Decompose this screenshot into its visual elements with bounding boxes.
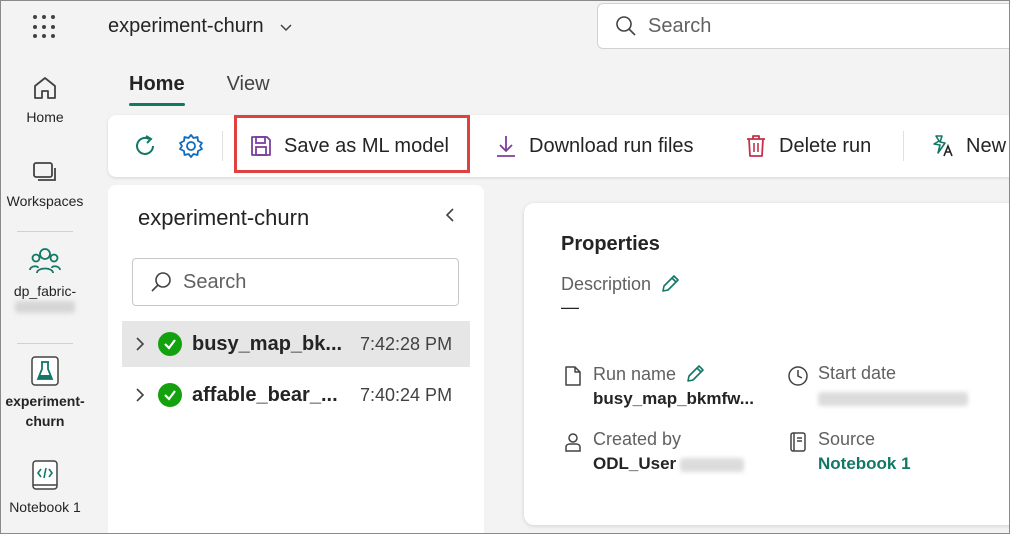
run-list-item[interactable]: affable_bear_... 7:40:24 PM (122, 372, 470, 418)
success-check-icon (158, 383, 182, 407)
created-by-value-row: ODL_User (593, 454, 745, 474)
description-value: — (561, 297, 579, 317)
description-label-text: Description (561, 273, 652, 294)
ribbon-tabs: Home View (129, 73, 270, 106)
experiment-flask-icon (31, 356, 59, 386)
expand-run-button[interactable] (122, 387, 158, 403)
run-name-label-text: Run name (593, 363, 677, 384)
rail-item-experiment[interactable]: experiment- churn (1, 355, 89, 431)
rail-divider (17, 231, 73, 232)
workspaces-icon (33, 162, 56, 181)
ribbon-toolbar: Save as ML model Download run files Dele… (108, 115, 1009, 177)
tab-home[interactable]: Home (129, 73, 185, 106)
source-notebook-link[interactable]: Notebook 1 (818, 454, 911, 474)
rail-item-workspace[interactable]: dp_fabric- (1, 245, 89, 313)
redacted-start-date (818, 392, 968, 406)
download-run-files-label: Download run files (529, 134, 694, 157)
download-icon (497, 136, 515, 157)
rail-item-workspaces[interactable]: Workspaces (1, 159, 89, 211)
chevron-down-icon (280, 23, 292, 31)
rail-label-workspaces: Workspaces (6, 193, 84, 209)
start-date-label: Start date (818, 363, 897, 383)
run-list-item[interactable]: busy_map_bk... 7:42:28 PM (122, 321, 470, 367)
search-icon (151, 272, 171, 292)
rail-label-experiment-1: experiment- (5, 393, 85, 409)
chevron-right-icon (136, 388, 145, 402)
save-as-ml-model-label: Save as ML model (284, 134, 449, 157)
rail-label-workspace: dp_fabric- (13, 283, 77, 299)
settings-button[interactable] (176, 131, 206, 161)
redacted-user-suffix (680, 457, 745, 472)
source-label: Source (818, 429, 876, 449)
runs-search-input[interactable]: Search (132, 258, 459, 306)
global-search-placeholder: Search (648, 14, 712, 37)
rail-label-notebook: Notebook 1 (9, 499, 81, 515)
run-name-label: Run name (593, 363, 754, 385)
runs-search-placeholder: Search (183, 270, 247, 293)
left-rail: Home Workspaces dp_fabric- experiment- c… (1, 53, 89, 533)
file-icon (561, 363, 585, 387)
run-time: 7:40:24 PM (360, 384, 453, 405)
edit-description-icon[interactable] (659, 273, 681, 295)
clock-icon (786, 363, 810, 387)
download-run-files-button[interactable]: Download run files (493, 115, 694, 177)
description-label: Description (561, 273, 681, 295)
properties-card: Properties Description — Run name busy_m… (524, 203, 1009, 525)
person-icon (561, 429, 585, 453)
rail-item-notebook[interactable]: Notebook 1 (1, 459, 89, 517)
source-property: Source Notebook 1 (786, 429, 911, 474)
start-date-property: Start date (786, 363, 968, 411)
trash-icon (747, 135, 765, 157)
rail-item-home[interactable]: Home (1, 73, 89, 127)
redacted-text (15, 301, 75, 313)
delete-run-label: Delete run (779, 134, 872, 157)
run-name: affable_bear_... (192, 383, 338, 406)
properties-title: Properties (561, 233, 660, 255)
notebook-source-icon (786, 429, 810, 453)
created-by-property: Created by ODL_User (561, 429, 745, 474)
refresh-icon (136, 135, 154, 155)
new-button[interactable]: New (930, 115, 1006, 177)
chevron-right-icon (136, 337, 145, 351)
app-window: experiment-churn Search Home Workspaces … (0, 0, 1010, 534)
tab-view[interactable]: View (227, 73, 270, 104)
search-icon (616, 16, 636, 36)
chevron-left-icon (445, 208, 454, 222)
new-item-sparkle-icon (933, 135, 953, 157)
edit-run-name-icon[interactable] (684, 363, 706, 385)
success-check-icon (158, 332, 182, 356)
rail-label-experiment-2: churn (25, 413, 65, 429)
workspace-people-icon (29, 248, 61, 274)
workspace-switcher[interactable]: experiment-churn (108, 15, 294, 38)
gear-icon (179, 134, 203, 158)
expand-run-button[interactable] (122, 336, 158, 352)
collapse-panel-button[interactable] (438, 203, 462, 227)
created-by-value: ODL_User (593, 454, 677, 473)
home-icon (34, 77, 56, 99)
runs-panel: experiment-churn Search busy_map_bk... 7… (108, 185, 484, 533)
refresh-button[interactable] (130, 131, 160, 161)
new-label: New (966, 134, 1007, 157)
runs-panel-title: experiment-churn (138, 205, 310, 230)
run-name: busy_map_bk... (192, 332, 343, 355)
created-by-label: Created by (593, 429, 682, 449)
rail-label-home: Home (26, 109, 64, 125)
rail-divider (17, 343, 73, 344)
toolbar-divider (903, 131, 904, 161)
toolbar-divider (222, 131, 223, 161)
global-search-input[interactable]: Search (597, 3, 1009, 49)
save-as-ml-model-button[interactable]: Save as ML model (248, 115, 449, 177)
run-name-property: Run name busy_map_bkmfw... (561, 363, 754, 409)
top-bar: experiment-churn Search (1, 1, 1009, 53)
save-icon (251, 136, 271, 156)
app-launcher-icon[interactable] (31, 13, 59, 41)
run-name-value: busy_map_bkmfw... (593, 389, 754, 408)
run-time: 7:42:28 PM (360, 333, 453, 354)
notebook-icon (32, 460, 58, 490)
delete-run-button[interactable]: Delete run (743, 115, 871, 177)
workspace-title: experiment-churn (108, 15, 264, 37)
